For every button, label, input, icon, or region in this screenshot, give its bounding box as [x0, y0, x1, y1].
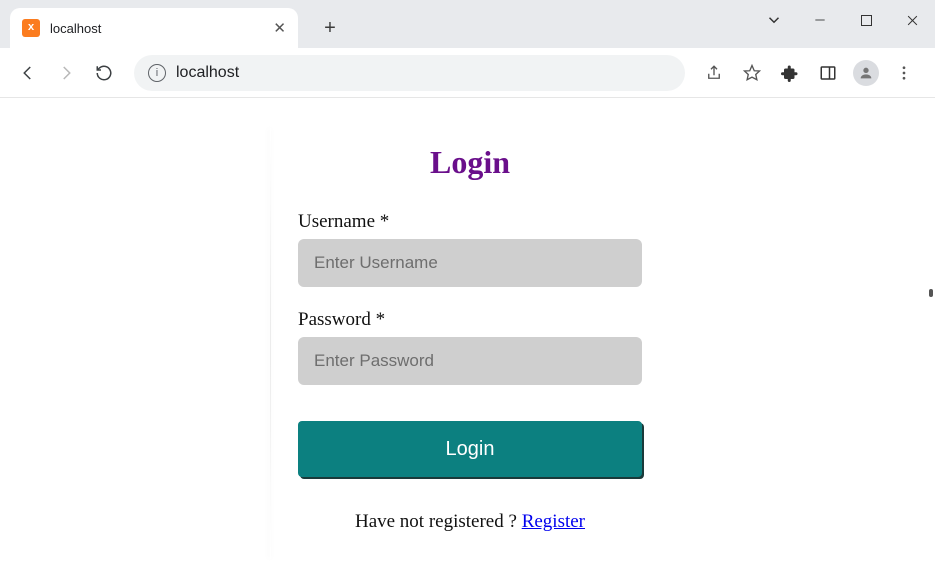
tab-search-caret-icon[interactable] — [751, 0, 797, 40]
new-tab-button[interactable]: + — [316, 14, 344, 42]
page-viewport: Login Username * Password * Login Have n… — [0, 98, 935, 576]
login-card: Login Username * Password * Login Have n… — [270, 108, 670, 579]
maximize-button[interactable] — [843, 0, 889, 40]
address-text: localhost — [176, 64, 239, 82]
address-bar[interactable]: i localhost — [134, 55, 685, 91]
username-input[interactable] — [298, 239, 642, 287]
username-label: Username * — [298, 211, 642, 233]
login-button[interactable]: Login — [298, 421, 642, 477]
extensions-icon[interactable] — [773, 56, 807, 90]
bookmark-star-icon[interactable] — [735, 56, 769, 90]
site-info-icon[interactable]: i — [148, 64, 166, 82]
browser-toolbar: i localhost — [0, 48, 935, 98]
scrollbar-thumb[interactable] — [929, 289, 933, 297]
browser-chrome: localhost ✕ + i localh — [0, 0, 935, 98]
window-controls — [751, 0, 935, 40]
more-menu-icon[interactable] — [887, 56, 921, 90]
back-button[interactable] — [10, 55, 46, 91]
reload-button[interactable] — [86, 55, 122, 91]
profile-avatar[interactable] — [849, 56, 883, 90]
register-link[interactable]: Register — [522, 511, 585, 532]
browser-tab[interactable]: localhost ✕ — [10, 8, 298, 48]
close-tab-icon[interactable]: ✕ — [273, 19, 286, 37]
minimize-button[interactable] — [797, 0, 843, 40]
toolbar-right-icons — [697, 56, 925, 90]
password-input[interactable] — [298, 337, 642, 385]
forward-button[interactable] — [48, 55, 84, 91]
page-title: Login — [298, 144, 642, 181]
register-prompt: Have not registered ? — [355, 511, 522, 532]
sidepanel-icon[interactable] — [811, 56, 845, 90]
share-icon[interactable] — [697, 56, 731, 90]
register-row: Have not registered ? Register — [298, 511, 642, 533]
password-label: Password * — [298, 309, 642, 331]
close-window-button[interactable] — [889, 0, 935, 40]
tab-strip: localhost ✕ + — [0, 0, 935, 48]
tab-title: localhost — [50, 21, 101, 36]
xampp-favicon-icon — [22, 19, 40, 37]
